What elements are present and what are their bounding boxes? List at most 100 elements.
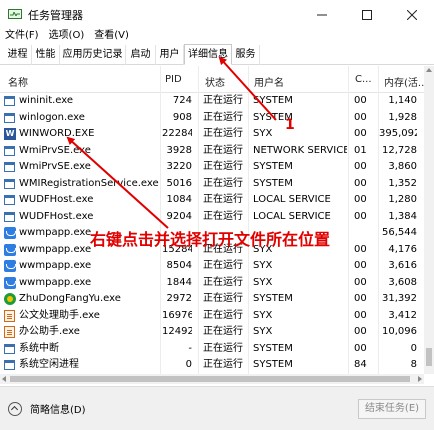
cell-user: SYSTEM [253, 359, 293, 370]
cell-pid: 908 [172, 111, 192, 123]
cell-status: 正在运行 [203, 293, 243, 304]
cell-user: SYSTEM [253, 95, 293, 106]
cell-name: winlogon.exe [19, 111, 85, 123]
table-row[interactable]: 系统中断 - 正在运行 SYSTEM 00 0 [0, 341, 424, 358]
cell-pid: 22284 [162, 128, 192, 139]
window-icon [4, 211, 15, 222]
fewer-details-button[interactable]: 简略信息(D) [8, 401, 86, 416]
document-icon [4, 326, 15, 338]
cell-name: WUDFHost.exe [19, 210, 94, 222]
menu-options[interactable]: 选项(O) [44, 28, 90, 44]
vertical-scroll-thumb[interactable] [426, 348, 432, 366]
table-row[interactable]: wwmpapp.exe 8504 正在运行 SYX 00 3,616 [0, 258, 424, 275]
column-header-status[interactable]: 状态 [205, 74, 225, 89]
footer-bar: 简略信息(D) 结束任务(E) [0, 386, 434, 430]
window-icon [4, 343, 15, 354]
table-row[interactable]: 办公助手.exe 12492 正在运行 SYX 00 10,096 [0, 324, 424, 341]
cell-name: WUDFHost.exe [19, 194, 94, 205]
vertical-scrollbar[interactable] [424, 66, 434, 374]
tab-app-history[interactable]: 应用历史记录 [60, 45, 126, 65]
cell-memory: 3,616 [388, 260, 417, 271]
close-icon [406, 10, 417, 20]
cell-cpu: 00 [354, 177, 367, 189]
table-row[interactable]: wininit.exe 724 正在运行 SYSTEM 00 1,140 [0, 93, 424, 110]
minimize-button[interactable] [299, 0, 344, 30]
cell-status: 正在运行 [203, 260, 243, 271]
cell-user: SYX [253, 309, 273, 321]
tab-users[interactable]: 用户 [156, 45, 184, 65]
wwmp-icon [4, 260, 16, 272]
cell-cpu: 00 [354, 243, 367, 255]
chevron-up-icon [8, 401, 22, 416]
tab-processes[interactable]: 进程 [4, 45, 32, 65]
column-header-memory[interactable]: 内存(活... [384, 74, 427, 89]
cell-pid: 8504 [166, 260, 192, 271]
table-row[interactable]: ZhuDongFangYu.exe 2972 正在运行 SYSTEM 00 31,392 [0, 291, 424, 308]
cell-memory: 1,384 [388, 210, 417, 222]
table-row[interactable]: winlogon.exe 908 正在运行 SYSTEM 00 1,928 [0, 110, 424, 127]
window-icon [4, 360, 15, 370]
table-row[interactable]: WUDFHost.exe 1084 正在运行 LOCAL SERVICE 00 1,280 [0, 192, 424, 209]
cell-name: 办公助手.exe [19, 326, 80, 337]
wwmp-icon [4, 276, 16, 289]
cell-cpu: 00 [354, 309, 367, 321]
annotation-text: 右键点击并选择打开文件所在位置 [90, 230, 331, 249]
tab-performance[interactable]: 性能 [32, 45, 60, 65]
wwmp-icon [4, 227, 16, 239]
cell-memory: 8 [410, 359, 417, 370]
wwmp-icon [4, 243, 16, 256]
window-icon [4, 145, 15, 156]
close-button[interactable] [389, 0, 434, 30]
table-row[interactable]: WUDFHost.exe 9204 正在运行 LOCAL SERVICE 00 1,384 [0, 209, 424, 226]
tab-startup[interactable]: 启动 [126, 45, 156, 65]
cell-name: wwmpapp.exe [19, 276, 92, 288]
table-row[interactable]: WmiPrvSE.exe 3220 正在运行 SYSTEM 00 3,860 [0, 159, 424, 176]
annotation-marker: 1 [285, 117, 295, 133]
cell-status: 正在运行 [203, 309, 243, 321]
menu-file[interactable]: 文件(F) [0, 28, 44, 44]
cell-status: 正在运行 [203, 276, 243, 288]
cell-name: WINWORD.EXE [19, 128, 95, 139]
column-header-user[interactable]: 用户名 [254, 74, 284, 89]
table-row[interactable]: W WINWORD.EXE 22284 正在运行 SYX 00 395,092 [0, 126, 424, 143]
fewer-details-label: 简略信息(D) [30, 405, 86, 416]
table-row[interactable]: wwmpapp.exe 1844 正在运行 SYX 00 3,608 [0, 275, 424, 292]
cell-memory: 12,728 [382, 144, 417, 156]
column-header-cpu[interactable]: C... [355, 74, 372, 85]
horizontal-scroll-thumb[interactable] [10, 376, 410, 382]
cell-pid: 1844 [166, 276, 192, 288]
window-icon [4, 195, 15, 205]
table-row[interactable]: 公文处理助手.exe 16976 正在运行 SYX 00 3,412 [0, 308, 424, 325]
cell-memory: 4,176 [388, 243, 417, 255]
cell-memory: 1,352 [388, 177, 417, 189]
cell-name: 系统中断 [19, 342, 59, 354]
cell-user: SYX [253, 276, 273, 288]
cell-cpu: 00 [354, 95, 367, 106]
table-row[interactable]: WmiPrvSE.exe 3928 正在运行 NETWORK SERVICE 01 12,… [0, 143, 424, 160]
menu-view[interactable]: 查看(V) [89, 28, 134, 44]
cell-cpu: 01 [354, 144, 367, 156]
process-table: 名称 PID 状态 用户名 C... 内存(活... wininit.exe 72… [0, 66, 434, 374]
table-row[interactable]: 系统空闲进程 0 正在运行 SYSTEM 84 8 [0, 357, 424, 374]
column-header-name[interactable]: 名称 [8, 74, 28, 89]
tab-details[interactable]: 详细信息 [184, 44, 232, 65]
table-row[interactable]: WMIRegistrationService.exe 5016 正在运行 SYSTEM… [0, 176, 424, 193]
cell-name: ZhuDongFangYu.exe [19, 293, 121, 304]
cell-status: 正在运行 [203, 95, 243, 106]
end-task-button[interactable]: 结束任务(E) [358, 399, 426, 419]
cell-cpu: 00 [354, 342, 367, 354]
cell-memory: 1,280 [388, 194, 417, 205]
maximize-button[interactable] [344, 0, 389, 30]
horizontal-scrollbar[interactable] [0, 374, 424, 384]
cell-memory: 1,928 [388, 111, 417, 123]
scroll-right-icon[interactable] [418, 376, 422, 382]
cell-user: SYX [253, 326, 273, 337]
scroll-up-icon[interactable] [426, 68, 432, 72]
column-header-pid[interactable]: PID [165, 74, 182, 85]
cell-pid: 724 [172, 95, 192, 106]
tab-services[interactable]: 服务 [232, 45, 260, 65]
scroll-left-icon[interactable] [2, 376, 6, 382]
cell-pid: 12492 [162, 326, 192, 337]
cell-pid: 16976 [162, 309, 192, 321]
cell-cpu: 00 [354, 128, 367, 139]
